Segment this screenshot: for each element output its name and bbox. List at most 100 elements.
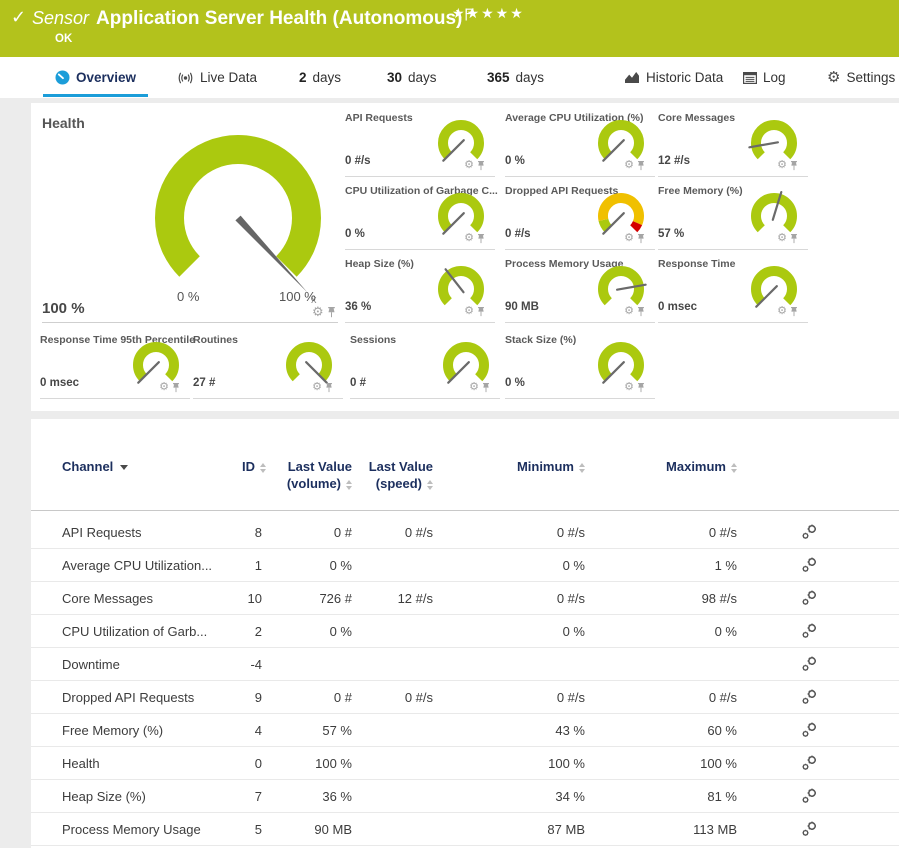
pin-icon[interactable] <box>637 233 645 244</box>
channel-link[interactable]: Process Memory Usage <box>31 822 242 837</box>
pin-icon[interactable] <box>482 382 490 393</box>
channel-link[interactable]: Core Messages <box>31 591 242 606</box>
channel-link[interactable]: API Requests <box>31 525 242 540</box>
gear-icon: ⚙ <box>827 70 840 85</box>
tab-30-days[interactable]: 30days <box>387 57 437 98</box>
page-title: Application Server Health (Autonomous) <box>96 8 462 29</box>
tab-bar: Overview Live Data 2days 30days 365days Histo… <box>0 57 899 98</box>
column-header-maximum[interactable]: Maximum <box>585 458 737 510</box>
channel-link[interactable]: Dropped API Requests <box>31 690 242 705</box>
sort-desc-icon <box>120 465 128 470</box>
pin-icon[interactable] <box>790 233 798 244</box>
cell-last-volume: 100 % <box>262 756 352 771</box>
channel-settings-icon[interactable] <box>737 524 899 540</box>
cell-id: 0 <box>242 756 262 771</box>
pin-icon[interactable] <box>477 233 485 244</box>
cell-minimum: 0 #/s <box>433 525 585 540</box>
table-header: ChannelIDLast Value(volume)Last Value(sp… <box>31 419 899 511</box>
priority-stars[interactable]: ★★★★★ <box>452 5 525 22</box>
tab-log[interactable]: Log <box>743 57 786 98</box>
tab-settings[interactable]: ⚙Settings <box>827 57 895 98</box>
pin-icon[interactable] <box>477 160 485 171</box>
tab-live-data[interactable]: Live Data <box>177 57 257 98</box>
cell-last-speed: 0 #/s <box>352 690 433 705</box>
cell-maximum: 1 % <box>585 558 737 573</box>
cell-last-volume: 0 # <box>262 525 352 540</box>
mini-gauge-cell-stack-size: Stack Size (%)0 %⚙ <box>505 332 655 399</box>
pin-icon[interactable] <box>637 160 645 171</box>
cell-last-volume: 0 % <box>262 558 352 573</box>
tab-historic-data[interactable]: Historic Data <box>624 57 723 98</box>
cell-id: -4 <box>242 657 262 672</box>
gear-icon[interactable]: ⚙ <box>159 382 169 393</box>
channel-settings-icon[interactable] <box>737 722 899 738</box>
cell-last-volume: 726 # <box>262 591 352 606</box>
health-gauge-value: 100 % <box>42 300 85 317</box>
channel-link[interactable]: Health <box>31 756 242 771</box>
gear-icon[interactable]: ⚙ <box>624 306 634 317</box>
column-header-id[interactable]: ID <box>242 458 262 510</box>
sensor-status-banner: ✓ SensorApplication Server Health (Auton… <box>0 0 899 57</box>
pin-icon[interactable] <box>327 306 336 318</box>
cell-last-volume: 57 % <box>262 723 352 738</box>
channel-settings-icon[interactable] <box>737 689 899 705</box>
cell-maximum: 98 #/s <box>585 591 737 606</box>
column-header-last-value[interactable]: Last Value(speed) <box>352 458 433 510</box>
channel-settings-icon[interactable] <box>737 656 899 672</box>
cell-id: 5 <box>242 822 262 837</box>
mini-gauge-title: Heap Size (%) <box>345 258 414 270</box>
pin-icon[interactable] <box>790 306 798 317</box>
gear-icon[interactable]: ⚙ <box>624 382 634 393</box>
table-row: CPU Utilization of Garb...20 %0 %0 % <box>31 615 899 648</box>
gear-icon[interactable]: ⚙ <box>624 160 634 171</box>
channel-settings-icon[interactable] <box>737 623 899 639</box>
gear-icon[interactable]: ⚙ <box>777 160 787 171</box>
channel-settings-icon[interactable] <box>737 788 899 804</box>
gear-icon[interactable]: ⚙ <box>312 382 322 393</box>
cell-last-volume: 36 % <box>262 789 352 804</box>
cell-last-speed: 12 #/s <box>352 591 433 606</box>
pin-icon[interactable] <box>325 382 333 393</box>
tab-2-days[interactable]: 2days <box>299 57 341 98</box>
mini-gauge-cell-dropped-api-requests: Dropped API Requests0 #/s⚙ <box>505 183 655 250</box>
gear-icon[interactable]: ⚙ <box>464 160 474 171</box>
pin-icon[interactable] <box>477 306 485 317</box>
divider <box>42 322 338 323</box>
gear-icon[interactable]: ⚙ <box>777 306 787 317</box>
tab-overview[interactable]: Overview <box>55 57 136 98</box>
mini-gauge-title: Routines <box>193 334 238 346</box>
channel-link[interactable]: Average CPU Utilization... <box>31 558 242 573</box>
gear-icon[interactable]: ⚙ <box>464 233 474 244</box>
channel-link[interactable]: Downtime <box>31 657 242 672</box>
channel-link[interactable]: Free Memory (%) <box>31 723 242 738</box>
channel-settings-icon[interactable] <box>737 821 899 837</box>
pin-icon[interactable] <box>637 306 645 317</box>
table-row: API Requests80 #0 #/s0 #/s0 #/s <box>31 516 899 549</box>
channel-settings-icon[interactable] <box>737 590 899 606</box>
mini-gauge-value: 90 MB <box>505 301 539 313</box>
pin-icon[interactable] <box>637 382 645 393</box>
column-header-minimum[interactable]: Minimum <box>433 458 585 510</box>
gear-icon[interactable]: ⚙ <box>777 233 787 244</box>
pin-icon[interactable] <box>790 160 798 171</box>
gear-icon[interactable]: ⚙ <box>464 306 474 317</box>
channel-settings-icon[interactable] <box>737 557 899 573</box>
health-gauge-title: Health <box>42 115 85 131</box>
pin-icon[interactable] <box>172 382 180 393</box>
column-header-channel[interactable]: Channel <box>31 458 242 510</box>
gear-icon[interactable]: ⚙ <box>469 382 479 393</box>
tab-365-days[interactable]: 365days <box>487 57 544 98</box>
column-header-last-value[interactable]: Last Value(volume) <box>262 458 352 510</box>
mini-gauge-cell-free-memory: Free Memory (%)57 %⚙ <box>658 183 808 250</box>
channels-panel: ChannelIDLast Value(volume)Last Value(sp… <box>31 419 899 848</box>
gear-icon[interactable]: ⚙ <box>312 305 324 318</box>
mini-gauge-value: 0 % <box>345 228 365 240</box>
channel-link[interactable]: CPU Utilization of Garb... <box>31 624 242 639</box>
cell-maximum: 0 % <box>585 624 737 639</box>
gauge-icon <box>55 70 70 85</box>
chart-icon <box>624 71 640 84</box>
channel-settings-icon[interactable] <box>737 755 899 771</box>
gear-icon[interactable]: ⚙ <box>624 233 634 244</box>
cell-id: 2 <box>242 624 262 639</box>
channel-link[interactable]: Heap Size (%) <box>31 789 242 804</box>
